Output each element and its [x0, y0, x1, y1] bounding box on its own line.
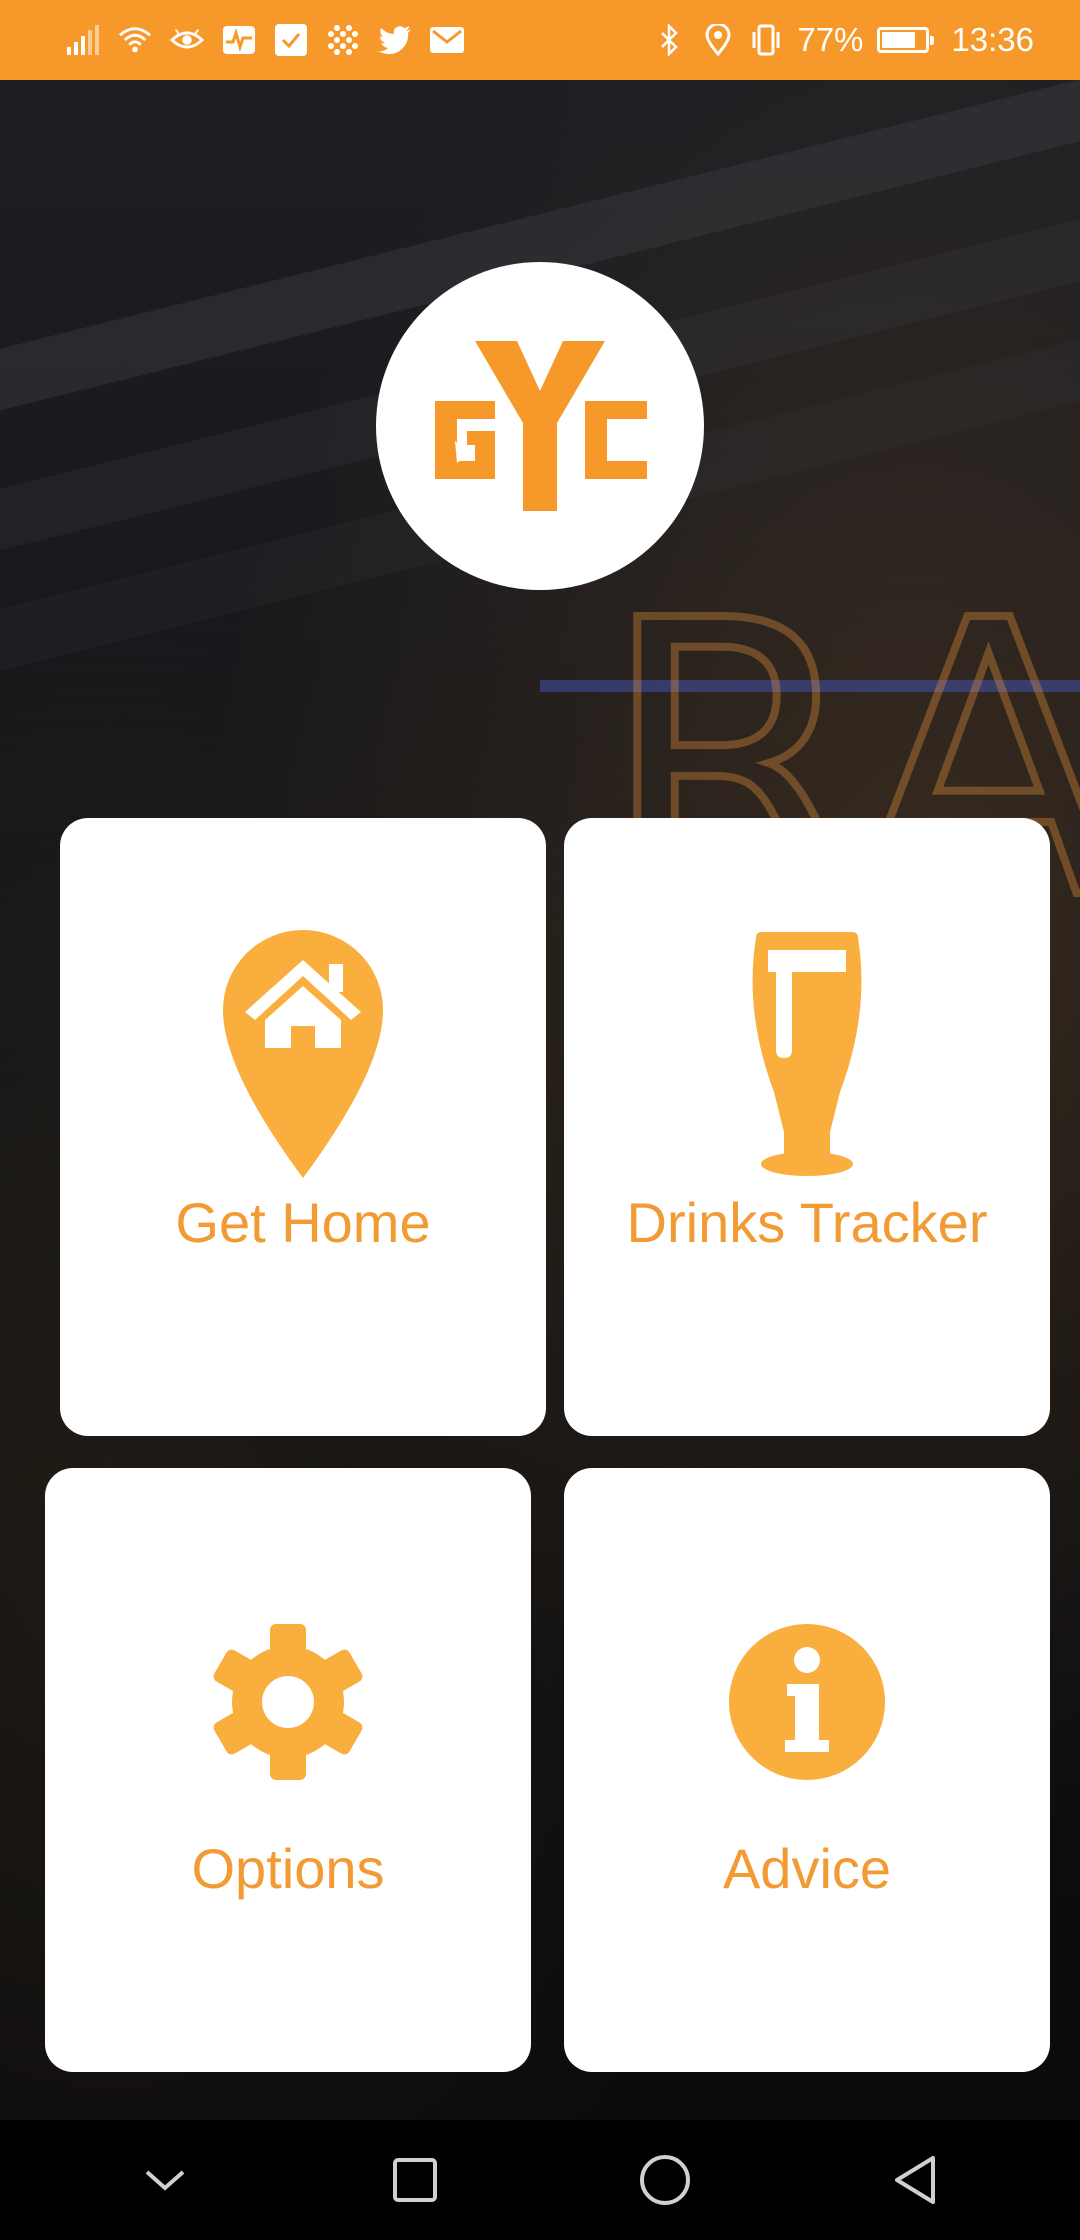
- drinks-tracker-tile[interactable]: Drinks Tracker: [564, 818, 1050, 1436]
- battery-percent: 77%: [797, 21, 864, 58]
- gear-icon: [213, 1624, 363, 1780]
- eye-icon: [170, 23, 204, 57]
- gyc-logo-mark: [435, 341, 647, 511]
- recents-icon[interactable]: [375, 2140, 455, 2220]
- status-bar: 77% 13:36: [0, 0, 1080, 80]
- chevron-down-icon[interactable]: [125, 2140, 205, 2220]
- location-icon: [701, 23, 735, 57]
- mail-icon: [430, 23, 464, 57]
- activity-icon: [222, 23, 256, 57]
- bluetooth-icon: [653, 23, 687, 57]
- options-tile[interactable]: Options: [45, 1468, 531, 2072]
- home-pin-icon: [223, 930, 383, 1178]
- wifi-icon: [118, 23, 152, 57]
- home-icon[interactable]: [625, 2140, 705, 2220]
- info-icon: [729, 1624, 885, 1780]
- get-home-label: Get Home: [175, 1191, 431, 1254]
- check-box-icon: [274, 23, 308, 57]
- advice-label: Advice: [722, 1837, 892, 1900]
- slack-icon: [326, 23, 360, 57]
- status-left-icons: [66, 23, 464, 57]
- beer-glass-icon: [752, 932, 862, 1176]
- advice-tile[interactable]: Advice: [564, 1468, 1050, 2072]
- app-logo: [376, 262, 704, 590]
- battery-icon: [877, 27, 935, 53]
- system-nav-bar: [0, 2120, 1080, 2240]
- back-icon[interactable]: [875, 2140, 955, 2220]
- get-home-tile[interactable]: Get Home: [60, 818, 546, 1436]
- clock: 13:36: [951, 21, 1034, 58]
- drinks-tracker-label: Drinks Tracker: [626, 1191, 988, 1254]
- options-label: Options: [191, 1837, 385, 1900]
- status-right-icons: 77% 13:36: [653, 21, 1034, 59]
- vibrate-icon: [749, 23, 783, 57]
- twitter-icon: [378, 23, 412, 57]
- signal-icon: [66, 23, 100, 57]
